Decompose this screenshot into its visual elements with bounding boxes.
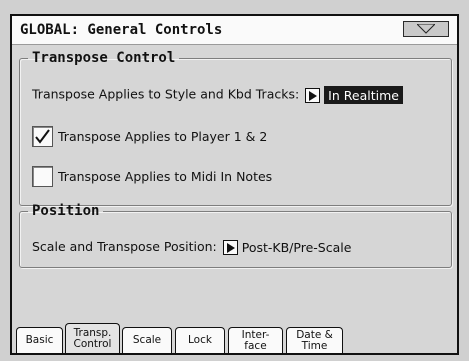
- tab-transp-control-line2: Control: [73, 337, 112, 350]
- tab-basic[interactable]: Basic: [16, 327, 63, 353]
- tab-date-time-line1: Date &: [296, 328, 333, 341]
- global-general-controls-screen: GLOBAL: General Controls Transpose Contr…: [10, 14, 459, 355]
- title-bar: GLOBAL: General Controls: [12, 16, 457, 45]
- player-transpose-checkbox[interactable]: [32, 126, 53, 147]
- tab-transp-control[interactable]: Transp. Control: [65, 323, 120, 353]
- checkmark-icon: [35, 129, 50, 144]
- triangle-right-icon: [226, 243, 235, 253]
- position-legend: Position: [32, 203, 100, 219]
- tab-scale[interactable]: Scale: [122, 327, 172, 353]
- tab-scale-label: Scale: [132, 334, 162, 346]
- transpose-applies-value[interactable]: In Realtime: [324, 86, 403, 104]
- triangle-right-icon: [309, 90, 318, 101]
- tab-basic-label: Basic: [25, 334, 54, 346]
- tab-date-time-line2: Time: [301, 339, 328, 352]
- tab-lock-label: Lock: [188, 334, 212, 346]
- transpose-applies-arrow-button[interactable]: [305, 87, 321, 103]
- tab-transp-control-line1: Transp.: [73, 326, 112, 339]
- transpose-control-group: Transpose Control Transpose Applies to S…: [19, 50, 452, 206]
- player-transpose-label: Transpose Applies to Player 1 & 2: [58, 129, 268, 144]
- page-menu-button[interactable]: [403, 21, 449, 37]
- transpose-applies-label: Transpose Applies to Style and Kbd Track…: [32, 86, 300, 102]
- midi-transpose-checkbox[interactable]: [32, 166, 53, 187]
- transpose-control-legend: Transpose Control: [32, 50, 176, 66]
- tab-bar: Basic Transp. Control Scale Lock Inter- …: [16, 323, 457, 353]
- tab-interface[interactable]: Inter- face: [228, 327, 283, 353]
- transpose-applies-row: Transpose Applies to Style and Kbd Track…: [32, 86, 403, 104]
- scale-position-row: Scale and Transpose Position: Post-KB/Pr…: [32, 239, 351, 255]
- position-group: Position Scale and Transpose Position: P…: [19, 203, 452, 268]
- triangle-down-icon: [417, 24, 435, 34]
- page-title: GLOBAL: General Controls: [20, 22, 223, 38]
- midi-transpose-label: Transpose Applies to Midi In Notes: [58, 169, 273, 184]
- scale-position-value[interactable]: Post-KB/Pre-Scale: [242, 240, 352, 255]
- tab-interface-line1: Inter-: [241, 328, 270, 341]
- scale-position-label: Scale and Transpose Position:: [32, 239, 217, 254]
- tab-lock[interactable]: Lock: [175, 327, 225, 353]
- tab-date-time[interactable]: Date & Time: [286, 327, 343, 353]
- tab-interface-line2: face: [244, 339, 267, 352]
- scale-position-arrow-button[interactable]: [222, 240, 238, 255]
